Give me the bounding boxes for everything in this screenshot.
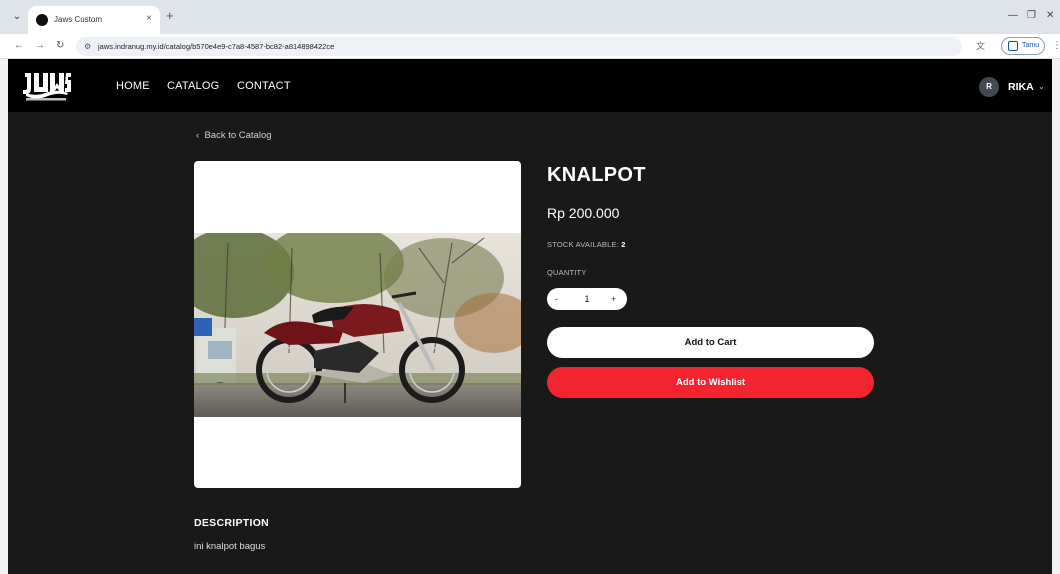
user-name[interactable]: RIKA <box>1008 80 1034 94</box>
avatar[interactable]: R <box>979 77 999 97</box>
add-to-wishlist-button[interactable]: Add to Wishlist <box>547 367 874 398</box>
profile-icon <box>1008 41 1018 51</box>
description-heading: DESCRIPTION <box>194 517 270 529</box>
product-photo <box>194 233 521 417</box>
url-text[interactable]: jaws.indranug.my.id/catalog/b570e4e9-c7a… <box>98 40 334 53</box>
menu-kebab-icon[interactable]: ⋮ <box>1052 39 1060 52</box>
stock-available: STOCK AVAILABLE: 2 <box>547 239 626 251</box>
address-bar[interactable]: ⚙ jaws.indranug.my.id/catalog/b570e4e9-c… <box>76 37 962 56</box>
back-link-label: Back to Catalog <box>204 130 272 141</box>
translate-icon[interactable]: 文 <box>976 39 985 53</box>
new-tab-button[interactable]: + <box>166 9 174 23</box>
reload-icon[interactable]: ↻ <box>56 40 64 52</box>
favicon-icon <box>36 14 48 26</box>
product-image-card <box>194 161 521 488</box>
web-page: HOME CATALOG CONTACT R RIKA ⌄ ‹ Back to … <box>8 59 1052 574</box>
minimize-icon[interactable]: — <box>1008 10 1018 22</box>
quantity-stepper: - 1 + <box>547 288 627 310</box>
tab-close-icon[interactable]: × <box>146 13 152 25</box>
site-info-icon[interactable]: ⚙ <box>84 40 91 53</box>
browser-tab[interactable]: Jaws Custom × <box>28 6 160 34</box>
add-to-cart-button[interactable]: Add to Cart <box>547 327 874 358</box>
back-arrow-icon[interactable]: ← <box>14 40 24 52</box>
stock-label: STOCK AVAILABLE: <box>547 240 619 249</box>
quantity-value[interactable]: 1 <box>581 292 593 306</box>
product-title: KNALPOT <box>547 164 646 186</box>
product-price: Rp 200.000 <box>547 205 620 221</box>
nav-catalog[interactable]: CATALOG <box>167 79 219 93</box>
nav-home[interactable]: HOME <box>116 79 150 93</box>
site-header: HOME CATALOG CONTACT R RIKA ⌄ <box>8 59 1052 112</box>
browser-toolbar: ← → ↻ ⚙ jaws.indranug.my.id/catalog/b570… <box>0 34 1060 59</box>
quantity-label: QUANTITY <box>547 268 587 277</box>
description-text: ini knalpot bagus <box>194 541 266 552</box>
quantity-increase-button[interactable]: + <box>611 292 616 306</box>
restore-icon[interactable]: ❐ <box>1027 10 1036 22</box>
browser-tab-bar: ⌄ Jaws Custom × + — ❐ ✕ <box>0 0 1060 34</box>
tab-search-icon[interactable]: ⌄ <box>10 11 24 23</box>
close-window-icon[interactable]: ✕ <box>1046 10 1054 22</box>
quantity-decrease-button[interactable]: - <box>555 292 558 306</box>
profile-button[interactable]: Tamu <box>1001 37 1045 55</box>
jaws-logo[interactable] <box>20 67 72 105</box>
nav-contact[interactable]: CONTACT <box>237 79 291 93</box>
forward-arrow-icon[interactable]: → <box>35 40 45 52</box>
back-to-catalog-link[interactable]: ‹ Back to Catalog <box>196 129 272 143</box>
stock-value: 2 <box>621 240 626 249</box>
profile-label: Tamu <box>1022 42 1040 49</box>
chevron-down-icon[interactable]: ⌄ <box>1038 80 1045 94</box>
tab-title: Jaws Custom <box>54 15 103 24</box>
